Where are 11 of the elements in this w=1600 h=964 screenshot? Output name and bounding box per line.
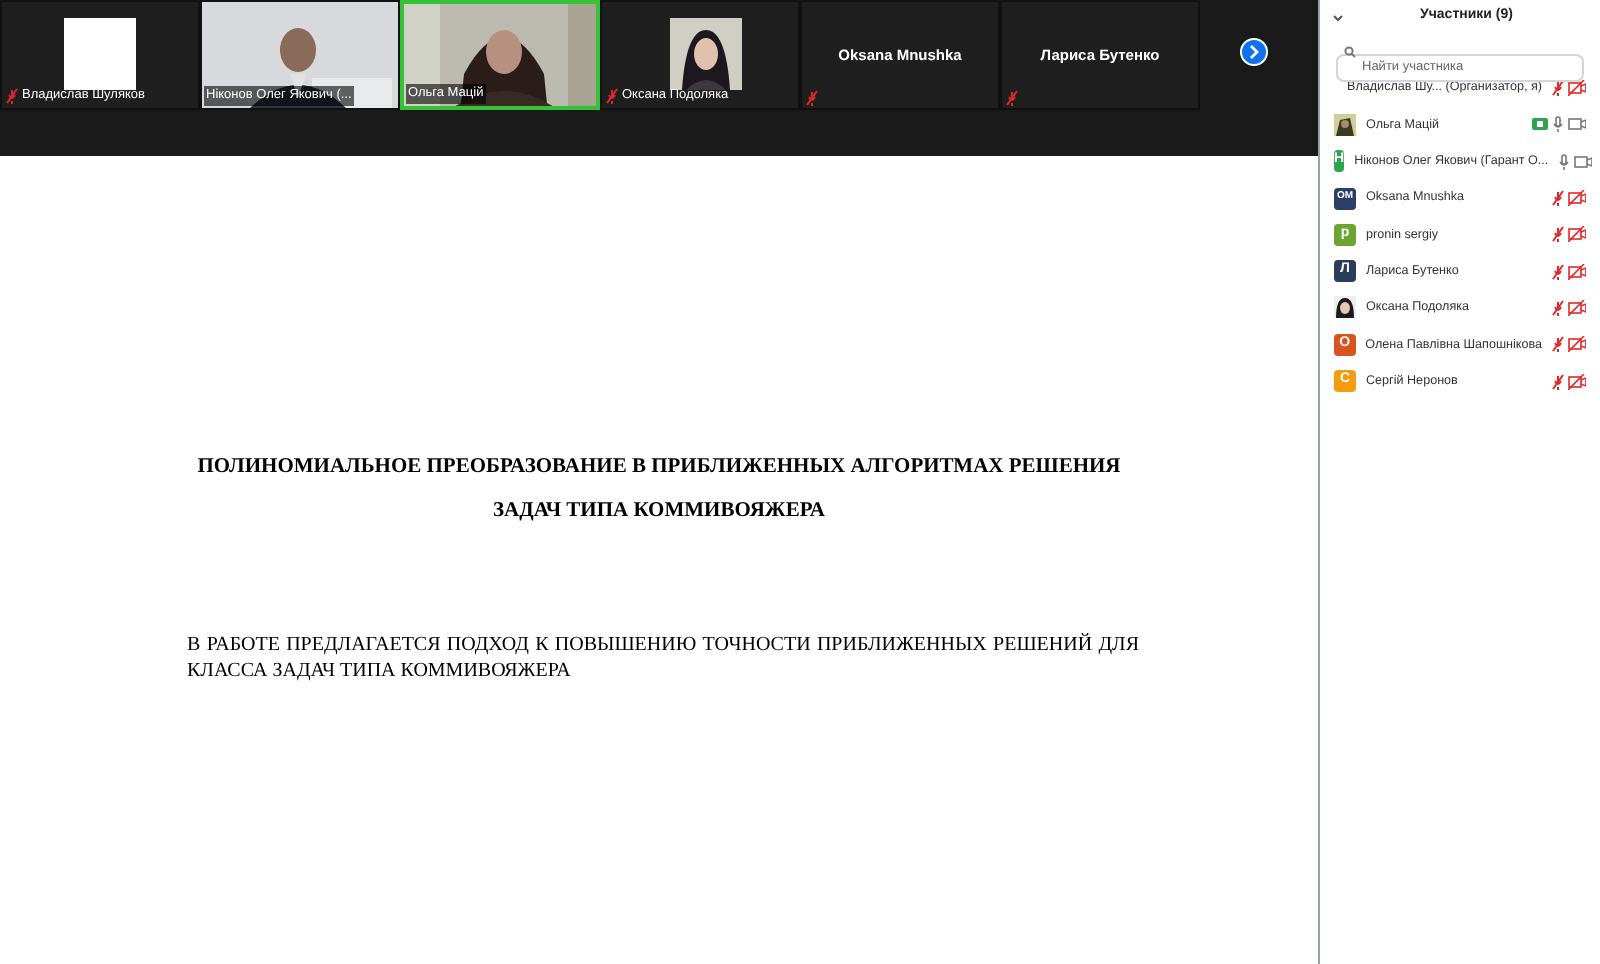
slide-title-line: ПОЛИНОМИАЛЬНОЕ ПРЕОБРАЗОВАНИЕ В ПРИБЛИЖЕННЫХ АЛГОРИТМАХ РЕШЕНИЯ xyxy=(197,454,1121,482)
slide-paragraph: В РАБОТЕ ПРЕДЛАГАЕТСЯ ПОДХОД К ПОВЫШЕНИЮ ТОЧНОСТИ ПРИБЛИЖЕННЫХ РЕШЕНИЙ ДЛЯ КЛАССА ЗАДАЧ ТИПА КОММИВОЯЖЕРА xyxy=(187,631,1139,683)
chevron-right-icon xyxy=(1248,44,1260,60)
avatar-photo xyxy=(1334,113,1356,136)
search-icon xyxy=(1344,46,1356,58)
collapse-icon[interactable] xyxy=(1332,13,1344,21)
blank-video-frame xyxy=(64,18,136,90)
avatar-photo xyxy=(1334,296,1356,319)
avatar-photo xyxy=(670,18,742,90)
slide-title-line: ЗАДАЧ ТИПА КОММИВОЯЖЕРА xyxy=(492,497,825,526)
next-page-button[interactable] xyxy=(1240,38,1268,66)
